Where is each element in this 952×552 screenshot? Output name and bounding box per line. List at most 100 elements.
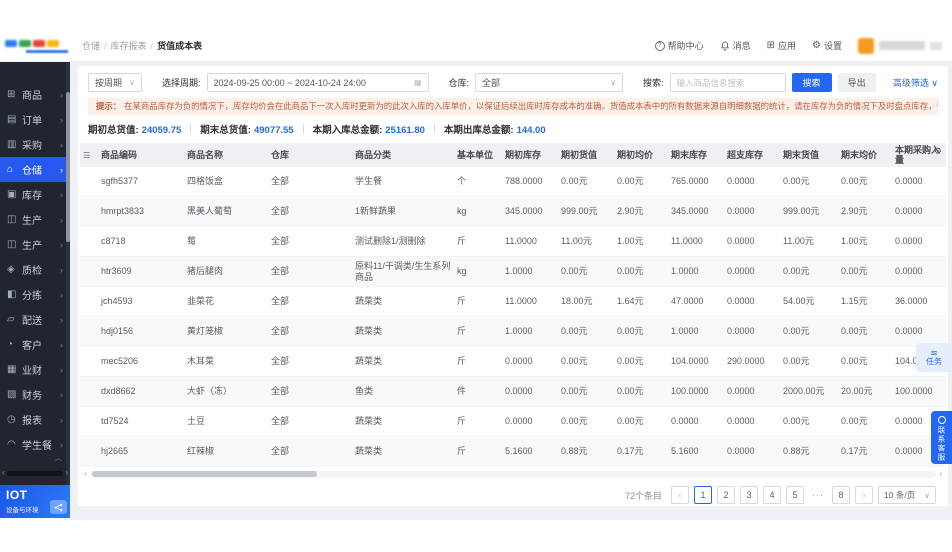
- help-center-button[interactable]: ? 帮助中心: [654, 39, 704, 52]
- sidebar-item-reports[interactable]: ◷ 报表 ›: [0, 407, 70, 432]
- messages-button[interactable]: 消息: [720, 39, 751, 52]
- column-header[interactable]: 期末货值: [780, 142, 838, 167]
- sidebar-item-warehouse[interactable]: ⌂ 仓储 ›: [0, 157, 70, 182]
- search-input[interactable]: [669, 73, 786, 92]
- page-button-4[interactable]: 4: [763, 486, 781, 505]
- table-cell: hdj0156: [98, 316, 184, 348]
- table-cell: 345.0000: [502, 196, 558, 228]
- tasks-floating-button[interactable]: ≋ 任务: [916, 343, 952, 372]
- table-row[interactable]: htr3609 猪后腿肉 全部 原料11/干调类/生生系列商品 kg 1.0000 0.00…: [80, 256, 946, 288]
- sidebar-scrollbar[interactable]: [66, 62, 70, 485]
- page-button-8[interactable]: 8: [832, 486, 850, 505]
- column-header[interactable]: 期末库存: [668, 142, 724, 167]
- table-hscrollbar[interactable]: ‹ ›: [84, 470, 942, 478]
- table-cell: 原料11/干调类/生生系列商品: [352, 256, 454, 288]
- table-cell: 斤: [454, 286, 502, 318]
- table-row[interactable]: hdj0156 黄灯笼椒 全部 蔬菜类斤 1.0000 0.00元 0.00元 1.0000 0…: [80, 316, 946, 348]
- page-button-3[interactable]: 3: [740, 486, 758, 505]
- table-cell: 2.90元: [614, 196, 668, 228]
- scroll-right-icon[interactable]: ›: [65, 469, 68, 477]
- user-menu[interactable]: [858, 37, 942, 54]
- column-header[interactable]: 期初货值: [558, 142, 614, 167]
- date-range-input[interactable]: 2024-09-25 00:00 ~ 2024-10-24 24:00 ▦: [206, 73, 429, 92]
- sidebar-item-quality[interactable]: ◈ 质检 ›: [0, 257, 70, 282]
- column-header[interactable]: 期初均价: [614, 142, 668, 167]
- sidebar-item-biz-finance[interactable]: ▦ 业财 ›: [0, 357, 70, 382]
- row-spacer-cell: [80, 436, 98, 468]
- column-settings-icon[interactable]: ⚙: [934, 146, 942, 156]
- column-header[interactable]: 仓库: [268, 142, 352, 167]
- apps-button[interactable]: ⊞ 应用: [767, 39, 796, 52]
- sidebar-collapse-icon[interactable]: ︿: [55, 453, 62, 463]
- sidebar-item-products[interactable]: ⊞ 商品 ›: [0, 82, 70, 107]
- table-filter-header[interactable]: ☰: [80, 142, 98, 167]
- chevron-right-icon: ›: [60, 164, 63, 175]
- chevron-right-icon: ›: [60, 339, 63, 350]
- table-row[interactable]: hmrpt3833 黑美人葡萄 全部 1新鲜蔬果 kg 345.0000 999.00元 2.…: [80, 196, 946, 228]
- export-button[interactable]: 导出: [837, 73, 876, 92]
- column-header[interactable]: 期末均价: [838, 142, 892, 167]
- sidebar-item-production-2[interactable]: ◫ 生产 ›: [0, 232, 70, 257]
- column-header[interactable]: 商品名称: [184, 142, 268, 167]
- table-cell: 0.00元: [838, 166, 892, 198]
- column-header[interactable]: 商品分类: [352, 142, 454, 167]
- pagination-total: 72个条目: [624, 490, 662, 501]
- table-cell: 0.0000: [502, 406, 558, 438]
- column-header[interactable]: 基本单位: [454, 142, 502, 167]
- scrollbar-thumb[interactable]: [91, 471, 317, 478]
- stat-value: 25161.80: [385, 124, 425, 136]
- table-row[interactable]: dxd8662 大虾（冻） 全部 鱼类件 0.0000 0.00元 0.00元 100.000…: [80, 376, 946, 408]
- column-header[interactable]: 商品编码: [98, 142, 184, 167]
- period-mode-select[interactable]: 按周期 ∨: [88, 73, 142, 92]
- column-header[interactable]: 期初库存: [502, 142, 558, 167]
- table-cell: 斤: [454, 346, 502, 378]
- sidebar-item-label: 商品: [22, 91, 42, 102]
- table-body: sgfh5377 四格饭盒 全部 学生餐个 788.0000 0.00元 0.00元 765.…: [80, 166, 946, 468]
- sidebar-item-label: 采购: [22, 141, 42, 152]
- scrollbar-track[interactable]: [89, 470, 937, 478]
- scroll-right-icon[interactable]: ›: [939, 470, 942, 478]
- stat-value: 24059.75: [141, 124, 182, 136]
- page-size-select[interactable]: 10 条/页 ∨: [878, 486, 936, 505]
- contact-support-button[interactable]: 联系客服: [931, 411, 952, 464]
- table-cell: kg: [454, 196, 502, 228]
- sidebar-item-purchase[interactable]: ▥ 采购 ›: [0, 132, 70, 157]
- column-header[interactable]: 超支库存: [724, 142, 780, 167]
- sidebar-item-sorting[interactable]: ◧ 分拣 ›: [0, 282, 70, 307]
- sidebar-hscrollbar[interactable]: ‹ ›: [0, 469, 70, 477]
- prev-page-button[interactable]: ‹: [671, 486, 689, 505]
- table-cell: kg: [454, 256, 502, 288]
- iot-banner[interactable]: IOT 设备与环境: [0, 485, 70, 518]
- help-center-label: 帮助中心: [667, 41, 704, 51]
- scroll-left-icon[interactable]: ‹: [2, 469, 5, 477]
- breadcrumb-item[interactable]: 仓储: [82, 39, 100, 52]
- table-cell: c8718: [98, 226, 184, 258]
- table-row[interactable]: hj2665 红辣椒 全部 蔬菜类斤 5.1600 0.88元 0.17元 5.1600 0.0…: [80, 436, 946, 468]
- page-button-5[interactable]: 5: [786, 486, 804, 505]
- table-row[interactable]: sgfh5377 四格饭盒 全部 学生餐个 788.0000 0.00元 0.00元 765.…: [80, 166, 946, 198]
- table-cell: 黑美人葡萄: [184, 196, 268, 228]
- next-page-button[interactable]: ›: [855, 486, 873, 505]
- sidebar-item-finance[interactable]: ▧ 财务 ›: [0, 382, 70, 407]
- warehouse-select[interactable]: 全部 ∨: [475, 73, 624, 92]
- table-cell: 1.0000: [502, 316, 558, 348]
- search-button[interactable]: 搜索: [791, 73, 832, 92]
- table-row[interactable]: jch4593 韭菜花 全部 蔬菜类斤 11.0000 18.00元 1.64元 47.000…: [80, 286, 946, 318]
- table-row[interactable]: mec5206 木耳菜 全部 蔬菜类斤 0.0000 0.00元 0.00元 104.0000…: [80, 346, 946, 378]
- advanced-filter-toggle[interactable]: 高级筛选 ∨: [893, 76, 938, 89]
- table-cell: 红辣椒: [184, 436, 268, 468]
- scrollbar-thumb[interactable]: [6, 470, 64, 476]
- sidebar-item-delivery[interactable]: ▱ 配送 ›: [0, 307, 70, 332]
- page-button-2[interactable]: 2: [717, 486, 735, 505]
- table-row[interactable]: c8718 莓全部 测试删除1/测删除斤 11.0000 11.00元 1.00元 11.0…: [80, 226, 946, 258]
- sidebar-item-production-1[interactable]: ◫ 生产 ›: [0, 207, 70, 232]
- table-cell: 0.0000: [724, 226, 780, 258]
- sidebar-item-orders[interactable]: ▤ 订单 ›: [0, 107, 70, 132]
- sidebar-item-customers[interactable]: ◔ 客户 ›: [0, 332, 70, 357]
- page-button-1[interactable]: 1: [694, 486, 712, 505]
- sidebar-item-inventory[interactable]: ▣ 库存 ›: [0, 182, 70, 207]
- breadcrumb-item[interactable]: 库存报表: [111, 39, 147, 52]
- table-row[interactable]: td7524 土豆 全部 蔬菜类斤 0.0000 0.00元 0.00元 0.0000 0.00…: [80, 406, 946, 438]
- scroll-left-icon[interactable]: ‹: [84, 470, 87, 478]
- settings-button[interactable]: ⚙ 设置: [812, 39, 842, 52]
